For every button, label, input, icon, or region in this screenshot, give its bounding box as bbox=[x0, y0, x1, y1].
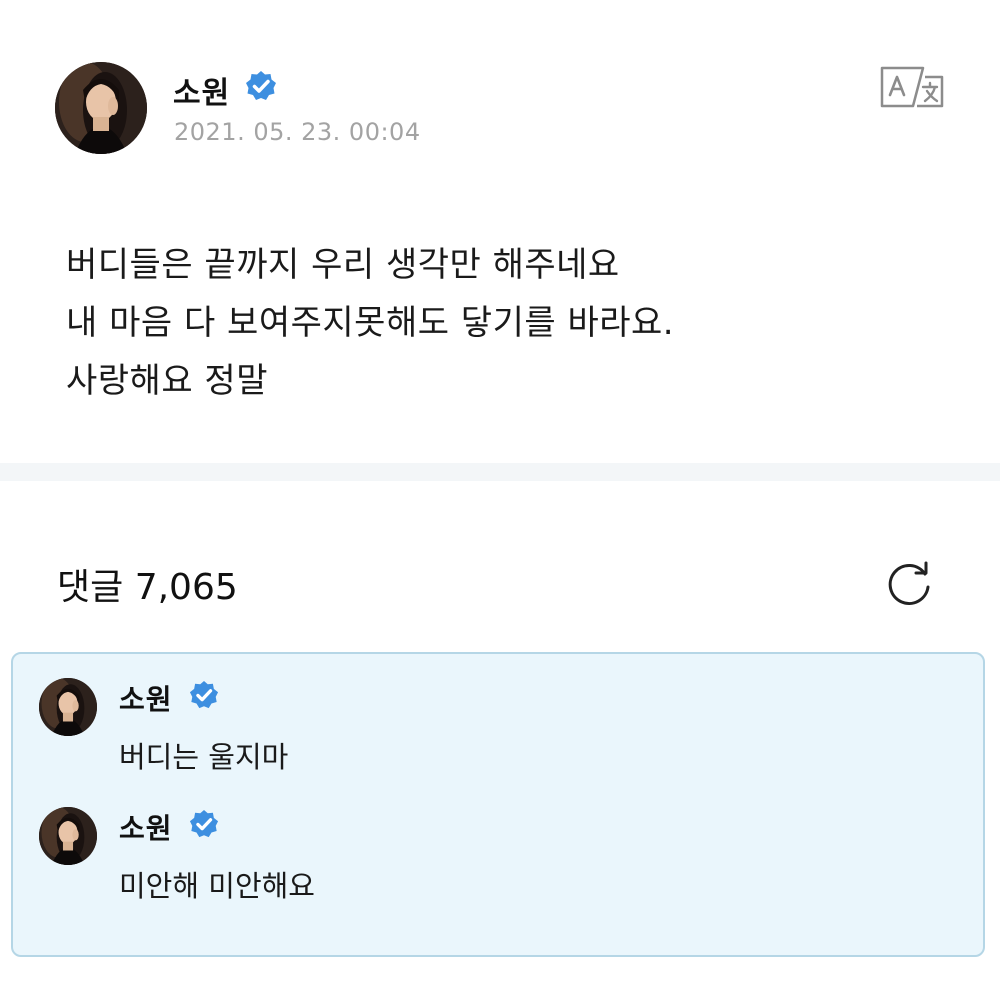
refresh-icon[interactable] bbox=[883, 560, 935, 612]
comment-author[interactable]: 소원 bbox=[119, 807, 173, 847]
comments-list: 소원 버디는 울지마 소원 미안해 미안해요 bbox=[11, 652, 985, 957]
comment-avatar[interactable] bbox=[39, 807, 97, 865]
post-date: 2021. 05. 23. 00:04 bbox=[174, 118, 421, 146]
comment-avatar[interactable] bbox=[39, 678, 97, 736]
comments-count: 7,065 bbox=[134, 567, 238, 608]
comments-label: 댓글 bbox=[57, 567, 124, 608]
section-divider bbox=[0, 463, 1000, 481]
post-body-line: 버디들은 끝까지 우리 생각만 해주네요 bbox=[66, 245, 620, 285]
comment-author[interactable]: 소원 bbox=[119, 678, 173, 718]
author-name[interactable]: 소원 bbox=[173, 68, 230, 112]
post-body: 버디들은 끝까지 우리 생각만 해주네요 내 마음 다 보여주지못해도 닿기를 … bbox=[66, 236, 946, 410]
post-body-line: 내 마음 다 보여주지못해도 닿기를 바라요. bbox=[66, 303, 675, 343]
author-avatar[interactable] bbox=[55, 62, 147, 154]
comment-item: 소원 미안해 미안해요 bbox=[39, 807, 939, 907]
verified-check-icon bbox=[245, 70, 277, 102]
comment-text: 버디는 울지마 bbox=[119, 740, 289, 774]
verified-check-icon bbox=[189, 680, 219, 710]
comment-item: 소원 버디는 울지마 bbox=[39, 678, 939, 778]
post-body-line: 사랑해요 정말 bbox=[66, 361, 268, 401]
comments-header: 댓글 7,065 bbox=[57, 558, 238, 608]
comment-text: 미안해 미안해요 bbox=[119, 869, 315, 903]
verified-check-icon bbox=[189, 809, 219, 839]
post-header: 소원 2021. 05. 23. 00:04 bbox=[55, 62, 955, 162]
translate-icon[interactable] bbox=[879, 65, 945, 109]
